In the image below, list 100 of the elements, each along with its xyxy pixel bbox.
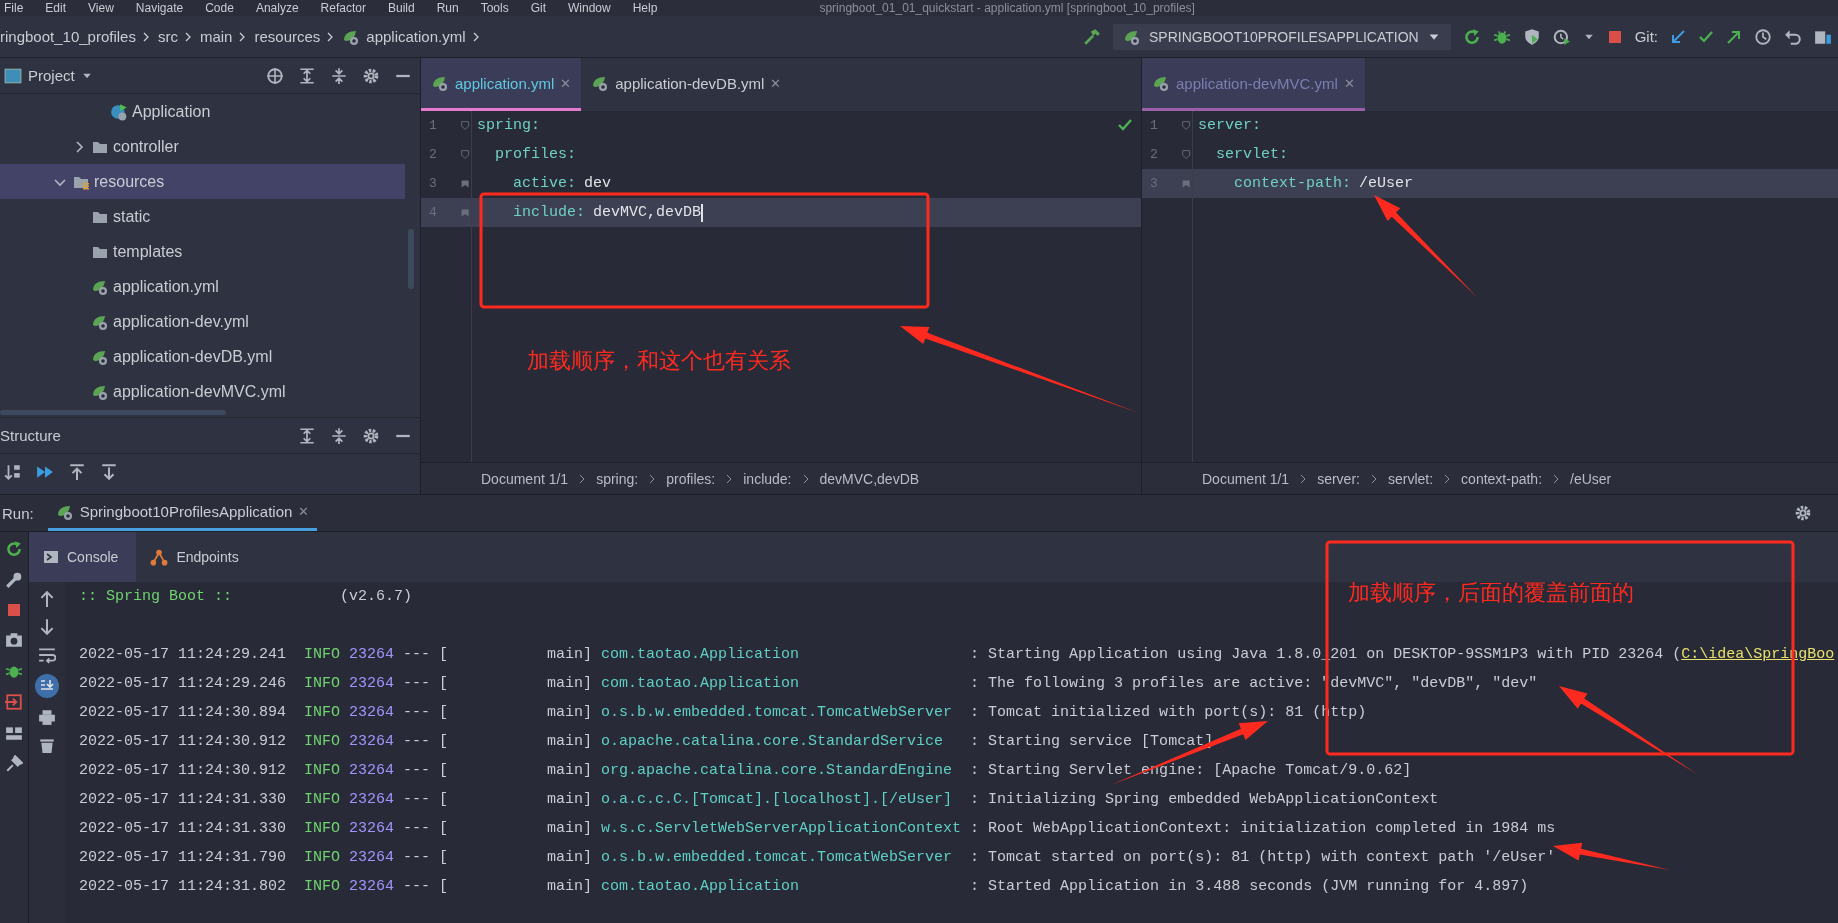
tree-item[interactable]: controller (0, 129, 405, 164)
undo-icon[interactable] (1784, 27, 1802, 46)
update-arrow-icon[interactable] (1670, 28, 1686, 45)
settings-icon[interactable] (1794, 504, 1812, 522)
scroll-to-source-icon[interactable] (100, 462, 118, 481)
rerun-icon[interactable] (1462, 27, 1481, 46)
log-level: INFO (304, 791, 342, 808)
menu-item[interactable]: Edit (45, 1, 67, 15)
push-arrow-icon[interactable] (1726, 28, 1742, 45)
breadcrumb[interactable]: application.yml (366, 28, 466, 45)
log-level: INFO (304, 849, 342, 866)
arrow-down-icon[interactable] (38, 618, 56, 636)
tree-item[interactable]: application-devMVC.yml (0, 374, 405, 409)
panel-title[interactable]: Structure (0, 427, 284, 444)
menu-item[interactable]: Build (387, 1, 415, 15)
log-message: : Tomcat started on port(s): 81 (http) with context path '/eUser' (970, 849, 1556, 866)
tree-item[interactable]: application-devDB.yml (0, 339, 405, 374)
breadcrumb[interactable]: server: (1317, 470, 1360, 487)
yaml-key: servlet: (1198, 146, 1288, 163)
thread-name: [ main] (439, 849, 594, 866)
history-icon[interactable] (1754, 27, 1772, 46)
editor-tab[interactable]: application.yml ✕ (421, 58, 582, 111)
layout-icon[interactable] (5, 724, 23, 742)
tree-item[interactable]: templates (0, 234, 405, 269)
expand-all-icon[interactable] (298, 66, 316, 85)
process-id: 23264 (349, 675, 396, 692)
close-icon[interactable]: ✕ (298, 504, 310, 519)
menu-item[interactable]: Git (530, 1, 546, 15)
thread-name: [ main] (439, 762, 594, 779)
breadcrumb[interactable]: resources (254, 28, 321, 45)
chevron-right-icon (1299, 473, 1308, 484)
breadcrumb[interactable]: servlet: (1387, 470, 1434, 487)
profiler-icon[interactable] (1552, 27, 1571, 46)
breadcrumb[interactable]: context-path: (1461, 470, 1543, 487)
locate-icon[interactable] (266, 66, 284, 85)
chevron-right-icon (1369, 473, 1378, 484)
arrow-up-icon[interactable] (38, 590, 56, 608)
exit-icon[interactable] (5, 693, 23, 711)
menu-item[interactable]: Tools (480, 1, 509, 15)
expand-all-icon[interactable] (298, 426, 316, 445)
tree-item[interactable]: application-dev.yml (0, 304, 405, 339)
yaml-key: profiles: (477, 146, 577, 163)
tree-item[interactable]: application.yml (0, 269, 405, 304)
logger-name: com.taotao.Application (601, 675, 801, 692)
close-icon[interactable]: ✕ (770, 75, 782, 91)
yaml-value: dev (584, 175, 612, 192)
print-icon[interactable] (38, 708, 56, 726)
wrench-icon[interactable] (5, 571, 23, 589)
annotation-text: 加载顺序，后面的覆盖前面的 (1348, 579, 1634, 607)
menu-item[interactable]: Help (632, 1, 658, 15)
line-number: 1 (1149, 118, 1159, 133)
console-tab[interactable]: Endpoints (136, 532, 257, 582)
breadcrumb[interactable]: Document 1/1 (1202, 470, 1290, 487)
breadcrumb[interactable]: src (157, 28, 178, 45)
scroll-to-end-icon[interactable] (35, 674, 59, 698)
run-configuration-dropdown[interactable]: SPRINGBOOT10PROFILESAPPLICATION (1112, 23, 1451, 50)
pin-icon[interactable] (5, 755, 23, 773)
menu-item[interactable]: Code (205, 1, 234, 15)
sort-alphabetically-icon[interactable] (4, 462, 22, 481)
breadcrumb[interactable]: /eUser (1570, 470, 1612, 487)
line-number: 3 (428, 176, 438, 191)
trash-icon[interactable] (38, 736, 56, 754)
collapse-all-icon[interactable] (330, 66, 348, 85)
menu-item[interactable]: Window (568, 1, 611, 15)
scroll-from-source-icon[interactable] (68, 462, 86, 481)
breadcrumb[interactable]: spring: (596, 470, 639, 487)
menu-item[interactable]: Refactor (320, 1, 366, 15)
tree-item[interactable]: static (0, 199, 405, 234)
menu-item[interactable]: Run (436, 1, 459, 15)
editor-tab[interactable]: application-devDB.yml ✕ (581, 58, 792, 111)
breadcrumb[interactable]: profiles: (666, 470, 716, 487)
window-title: springboot_01_01_quickstart - application.yml [springboot_10_profiles] (819, 1, 1195, 15)
settings-icon[interactable] (362, 66, 380, 85)
breadcrumb[interactable]: devMVC,devDB (819, 470, 920, 487)
breadcrumb[interactable]: ringboot_10_profiles (0, 28, 136, 45)
menu-item[interactable]: View (88, 1, 114, 15)
process-id: 23264 (349, 646, 396, 663)
hammer-icon[interactable] (1082, 27, 1101, 46)
console-tab[interactable]: Console (29, 532, 137, 582)
log-level: INFO (304, 878, 342, 895)
breadcrumb[interactable]: main (199, 28, 233, 45)
tree-item[interactable]: resources (0, 164, 405, 199)
settings-icon[interactable] (362, 426, 380, 445)
rerun-icon[interactable] (5, 540, 23, 558)
chevron-right-icon (1552, 473, 1561, 484)
tree-item[interactable]: Application (0, 94, 405, 129)
collapse-all-icon[interactable] (330, 426, 348, 445)
panel-title[interactable]: Project (28, 67, 75, 84)
yaml-key: server: (1198, 117, 1261, 134)
menu-item[interactable]: Navigate (135, 1, 184, 15)
camera-icon[interactable] (5, 631, 23, 649)
breadcrumb[interactable]: include: (743, 470, 792, 487)
yaml-value: devMVC,devDB (593, 204, 702, 221)
stop-icon[interactable] (1606, 28, 1623, 45)
menu-item[interactable]: File (4, 1, 24, 15)
menu-item[interactable]: Analyze (255, 1, 299, 15)
stop-icon[interactable] (6, 602, 22, 618)
breadcrumb[interactable]: Document 1/1 (481, 470, 569, 487)
soft-wrap-icon[interactable] (38, 646, 56, 664)
shield-icon[interactable] (1522, 27, 1541, 46)
